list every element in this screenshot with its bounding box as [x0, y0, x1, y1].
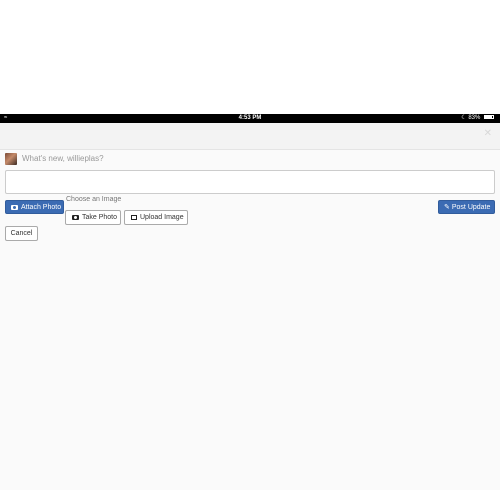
post-update-button[interactable]: ✎ Post Update — [438, 200, 495, 214]
top-bar: ✕ — [0, 123, 500, 150]
moon-icon: ☾ — [461, 115, 467, 121]
post-update-label: Post Update — [451, 204, 491, 211]
cancel-label: Cancel — [10, 230, 33, 237]
upload-image-label: Upload Image — [140, 214, 184, 221]
battery-icon — [484, 115, 494, 120]
camera-icon — [72, 215, 79, 220]
camera-icon — [11, 205, 18, 210]
choose-image-label: Choose an Image — [66, 196, 122, 203]
attach-photo-button[interactable]: Attach Photo — [5, 200, 64, 214]
status-right: ☾ 83% — [461, 114, 494, 123]
attach-photo-label: Attach Photo — [21, 204, 62, 211]
battery-percent: 83% — [468, 115, 481, 121]
app-screen: ≈ 4:53 PM ☾ 83% ✕ What's new, willieplas… — [0, 114, 500, 490]
take-photo-label: Take Photo — [82, 214, 118, 221]
status-bar: ≈ 4:53 PM ☾ 83% — [0, 114, 500, 123]
status-time: 4:53 PM — [238, 115, 262, 121]
cancel-button[interactable]: Cancel — [5, 226, 38, 241]
pencil-icon: ✎ — [444, 204, 450, 211]
image-icon — [131, 215, 137, 220]
composer-prompt: What's new, willieplas? — [22, 154, 104, 163]
close-icon[interactable]: ✕ — [484, 128, 492, 139]
take-photo-button[interactable]: Take Photo — [65, 210, 121, 225]
status-update-input[interactable] — [5, 170, 495, 194]
upload-image-button[interactable]: Upload Image — [124, 210, 188, 225]
avatar — [5, 153, 17, 165]
